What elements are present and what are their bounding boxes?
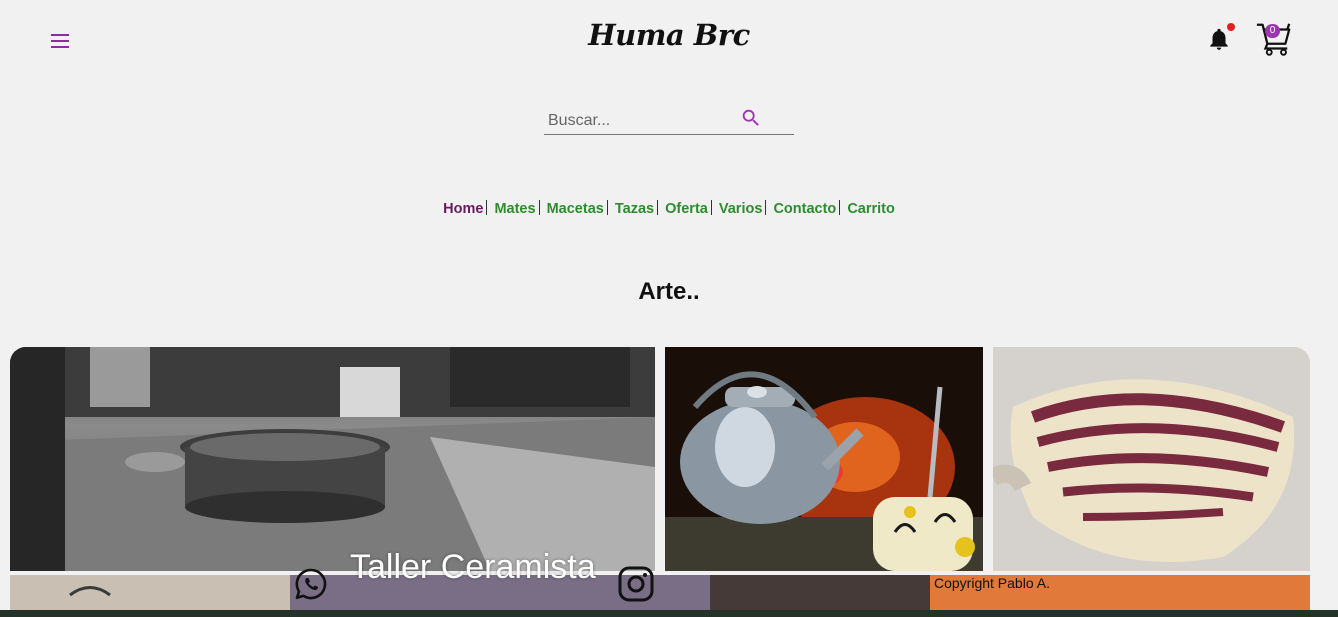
nav-divider	[606, 200, 608, 215]
search-bar	[544, 104, 794, 135]
nav-oferta[interactable]: Oferta	[664, 201, 709, 217]
page-title: Arte..	[638, 278, 700, 305]
nav-divider	[839, 200, 841, 215]
nav-divider	[710, 200, 712, 215]
bottom-bar	[0, 610, 1338, 617]
main-nav: Home Mates Macetas Tazas Oferta Varios C…	[0, 200, 1338, 217]
nav-divider	[538, 200, 540, 215]
nav-home[interactable]: Home	[442, 201, 484, 217]
nav-divider	[765, 200, 767, 215]
nav-contacto[interactable]: Contacto	[772, 201, 837, 217]
nav-carrito[interactable]: Carrito	[846, 201, 896, 217]
cart-count-badge: 0	[1265, 24, 1280, 38]
search-input[interactable]	[546, 111, 740, 131]
search-icon[interactable]	[740, 107, 762, 129]
gallery-image-workshop[interactable]	[10, 347, 655, 571]
nav-varios[interactable]: Varios	[718, 201, 764, 217]
gallery-caption: Taller Ceramista	[350, 548, 596, 586]
nav-mates[interactable]: Mates	[493, 201, 536, 217]
gallery-image-mate-kettle[interactable]	[665, 347, 983, 571]
notification-badge	[1227, 23, 1235, 31]
nav-macetas[interactable]: Macetas	[546, 201, 605, 217]
copyright-text: Copyright Pablo A.	[934, 575, 1050, 591]
nav-tazas[interactable]: Tazas	[614, 201, 655, 217]
gallery-image-bowl[interactable]	[993, 347, 1310, 571]
instagram-icon[interactable]	[617, 565, 655, 603]
nav-divider	[486, 200, 488, 215]
nav-divider	[657, 200, 659, 215]
site-logo[interactable]: Huma Brc	[0, 18, 1338, 52]
whatsapp-icon[interactable]	[293, 566, 329, 602]
